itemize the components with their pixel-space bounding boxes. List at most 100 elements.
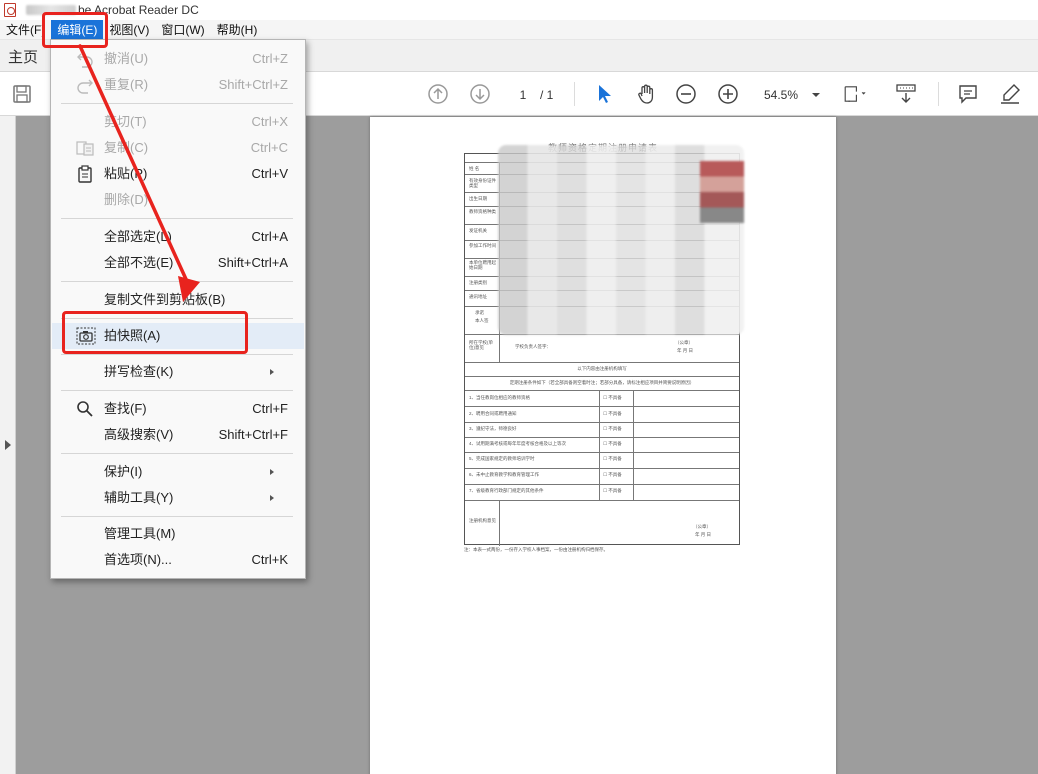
registrar-opinion-label: 注册机构意见 [469,518,496,523]
condition-text: 3、遵纪守法，师德良好 [469,426,517,431]
menu-item-copy-file-to-clipboard[interactable]: 复制文件到剪贴板(B) [52,287,304,313]
condition-status: ☐ 不具备 [603,411,622,416]
form-label: 本单位聘用起始日期 [469,260,496,270]
save-icon[interactable] [10,82,34,106]
paste-icon [76,165,94,183]
zoom-in-icon[interactable] [716,82,740,106]
menu-item-undo[interactable]: 撤消(U) Ctrl+Z [52,46,304,72]
form-label: 出生日期 [469,196,487,201]
menu-help[interactable]: 帮助(H) [211,20,264,40]
section-header: 以下内容由注册机构填写 [577,366,627,371]
hand-tool-icon[interactable] [634,82,658,106]
condition-status: ☐ 不具备 [603,441,622,446]
menu-item-manage-tools[interactable]: 管理工具(M) [52,521,304,547]
menu-item-label: 撤消(U) [104,51,149,66]
form-row [465,376,739,377]
condition-text: 4、试用期满考核或每年年度考核合格及以上等次 [469,441,567,446]
form-label: 注册类别 [469,280,487,285]
condition-row [465,468,739,469]
menu-item-copy[interactable]: 复制(C) Ctrl+C [52,135,304,161]
undo-icon [76,50,94,68]
menu-separator [61,354,293,355]
menu-item-shortcut: Ctrl+X [251,114,288,129]
form-label: 承诺 [475,310,484,315]
left-navigation-panel [0,116,16,774]
comment-icon[interactable] [956,82,980,106]
menu-item-delete[interactable]: 删除(D) [52,187,304,213]
select-cursor-icon[interactable] [592,82,616,106]
title-bar: be Acrobat Reader DC [0,0,1038,20]
tab-home[interactable]: 主页 [8,46,38,67]
menu-view[interactable]: 视图(V) [103,20,155,40]
submenu-arrow-icon [270,469,274,475]
menu-item-protect[interactable]: 保护(I) [52,459,304,485]
menu-item-paste[interactable]: 粘贴(P) Ctrl+V [52,161,304,187]
menu-item-shortcut: Ctrl+V [251,166,288,181]
menu-separator [61,390,293,391]
next-page-icon[interactable] [468,82,492,106]
condition-text: 1、当任教岗位相应的教师资格 [469,395,531,400]
menu-item-accessibility[interactable]: 辅助工具(Y) [52,485,304,511]
menu-item-deselect-all[interactable]: 全部不选(E) Shift+Ctrl+A [52,250,304,276]
toolbar-divider [938,82,939,106]
condition-status: ☐ 不具备 [603,456,622,461]
condition-text: 7、省级教育行政部门规定的其他条件 [469,488,544,493]
menu-item-label: 复制(C) [104,140,149,155]
menu-item-label: 管理工具(M) [104,526,176,541]
menu-item-shortcut: Shift+Ctrl+A [217,255,288,270]
form-label: 参加工作时间 [469,243,496,248]
copy-icon [76,139,94,157]
menu-item-select-all[interactable]: 全部选定(L) Ctrl+A [52,224,304,250]
form-divider [499,500,500,546]
toolbar-divider [574,82,575,106]
menu-item-redo[interactable]: 重复(R) Shift+Ctrl+Z [52,72,304,98]
condition-status: ☐ 不具备 [603,395,622,400]
form-label: 教师资格种类 [469,209,496,214]
menu-separator [61,103,293,104]
menu-item-label: 保护(I) [104,464,143,479]
menu-item-shortcut: Ctrl+A [251,229,288,244]
menu-separator [61,516,293,517]
condition-row [465,437,739,438]
submenu-arrow-icon [270,495,274,501]
school-seal-text: （公章） [675,340,693,345]
form-label: 有效身份证件类型 [469,178,496,188]
form-footnote: 注：本表一式两份，一份存入学校人事档案，一份由注册机构归档保存。 [464,547,608,552]
menu-item-label: 高级搜索(V) [104,427,174,442]
pdf-page[interactable]: 教师资格定期注册申请表 姓 名 有效身份证件类型 出生日期 教师资格种类 发证机… [370,117,836,774]
registrar-date-text: 年 月 日 [695,532,712,537]
form-row [465,500,739,501]
condition-text: 2、聘用合同或聘用通知 [469,411,517,416]
menu-item-shortcut: Ctrl+F [252,401,288,416]
zoom-out-icon[interactable] [674,82,698,106]
menu-window[interactable]: 窗口(W) [155,20,210,40]
redo-icon [76,76,94,94]
menu-item-label: 剪切(T) [104,114,147,129]
condition-text: 5、完成国家规定的教师培训学时 [469,456,535,461]
menu-item-spell-check[interactable]: 拼写检查(K) [52,359,304,385]
menu-item-shortcut: Shift+Ctrl+F [218,427,288,442]
fit-page-icon[interactable] [842,82,866,106]
menu-item-label: 粘贴(P) [104,166,148,181]
expand-panel-icon[interactable] [5,440,11,450]
zoom-level-select[interactable]: 54.5% [760,84,824,106]
menu-item-cut[interactable]: 剪切(T) Ctrl+X [52,109,304,135]
condition-row [465,484,739,485]
edit-menu-dropdown: 撤消(U) Ctrl+Z 重复(R) Shift+Ctrl+Z 剪切(T) Ct… [50,39,306,579]
menu-item-advanced-search[interactable]: 高级搜索(V) Shift+Ctrl+F [52,422,304,448]
form-label: 发证机关 [469,228,487,233]
previous-page-icon[interactable] [426,82,450,106]
menu-item-label: 重复(R) [104,77,149,92]
menu-separator [61,281,293,282]
scroll-mode-icon[interactable] [894,82,918,106]
zoom-level-value: 54.5% [764,88,799,102]
form-label: 姓 名 [469,166,480,171]
form-label: 本人签 [475,318,489,323]
page-number-input[interactable]: 1 [508,85,538,105]
menu-item-find[interactable]: 查找(F) Ctrl+F [52,396,304,422]
highlight-pen-icon[interactable] [998,82,1022,106]
menu-item-preferences[interactable]: 首选项(N)... Ctrl+K [52,547,304,573]
conditions-intro: 定期注册条件如下（若全部具备则空着时注；若部分具备，请标注相应项目并简要说明原因… [509,380,695,385]
form-divider [499,334,500,362]
annotation-box-edit-menu [42,12,108,48]
